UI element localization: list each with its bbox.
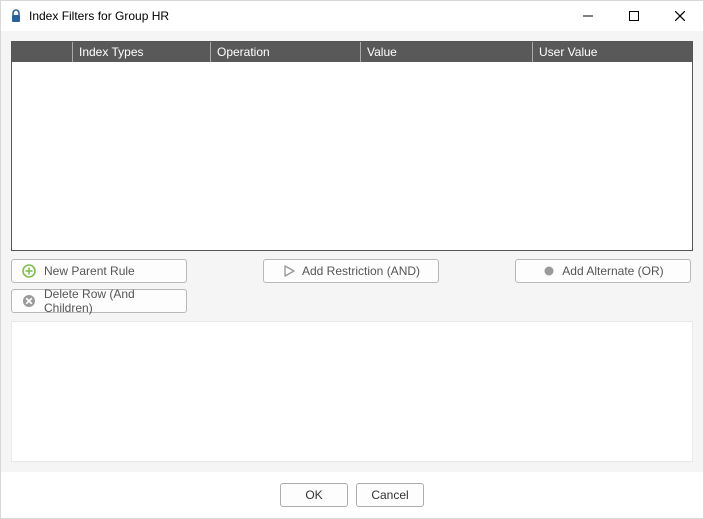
maximize-button[interactable] [611, 1, 657, 31]
dialog-body: Index Types Operation Value User Value N… [1, 31, 703, 472]
ok-label: OK [305, 488, 322, 502]
column-header-operation[interactable]: Operation [210, 42, 360, 62]
delete-row-label: Delete Row (And Children) [44, 287, 176, 315]
new-parent-rule-label: New Parent Rule [44, 264, 135, 278]
dialog-window: Index Filters for Group HR Index Types O… [0, 0, 704, 519]
titlebar: Index Filters for Group HR [1, 1, 703, 31]
play-icon [282, 264, 296, 278]
circle-icon [542, 264, 556, 278]
dialog-footer: OK Cancel [1, 472, 703, 518]
column-header-index-types[interactable]: Index Types [72, 42, 210, 62]
close-button[interactable] [657, 1, 703, 31]
x-circle-icon [22, 294, 36, 308]
column-header-value[interactable]: Value [360, 42, 532, 62]
ok-button[interactable]: OK [280, 483, 348, 507]
delete-row-button[interactable]: Delete Row (And Children) [11, 289, 187, 313]
column-header-blank[interactable] [12, 42, 72, 62]
column-header-user-value[interactable]: User Value [532, 42, 692, 62]
plus-circle-icon [22, 264, 36, 278]
add-restriction-button[interactable]: Add Restriction (AND) [263, 259, 439, 283]
action-buttons: New Parent Rule Add Restriction (AND) Ad… [11, 259, 693, 313]
minimize-button[interactable] [565, 1, 611, 31]
add-alternate-label: Add Alternate (OR) [562, 264, 663, 278]
rules-grid[interactable]: Index Types Operation Value User Value [11, 41, 693, 251]
cancel-label: Cancel [371, 488, 408, 502]
window-controls [565, 1, 703, 31]
grid-header: Index Types Operation Value User Value [12, 42, 692, 62]
cancel-button[interactable]: Cancel [356, 483, 424, 507]
lock-icon [9, 9, 23, 23]
grid-body-empty[interactable] [12, 62, 692, 250]
add-restriction-label: Add Restriction (AND) [302, 264, 420, 278]
preview-panel [11, 321, 693, 462]
add-alternate-button[interactable]: Add Alternate (OR) [515, 259, 691, 283]
window-title: Index Filters for Group HR [29, 9, 565, 23]
new-parent-rule-button[interactable]: New Parent Rule [11, 259, 187, 283]
